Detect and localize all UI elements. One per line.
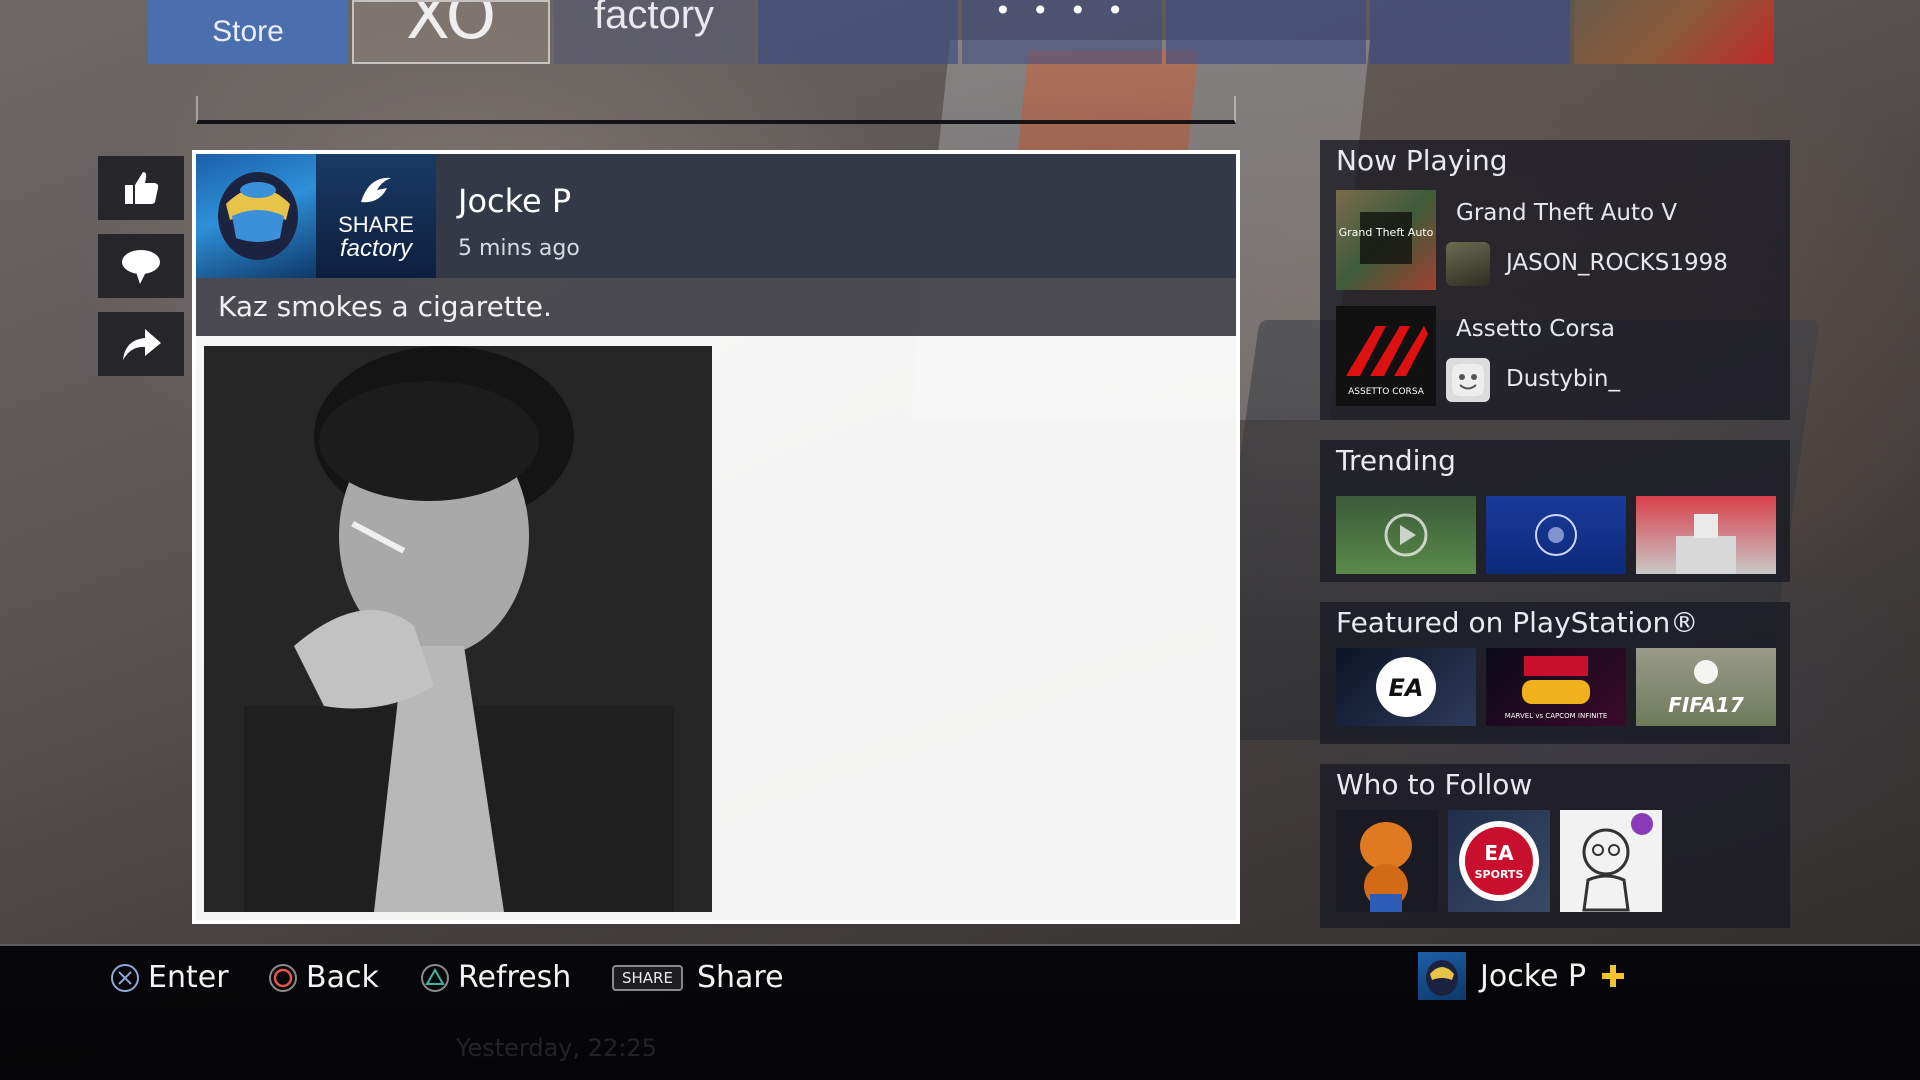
featured-tile-marvel-capcom[interactable]: MARVEL vs CAPCOM INFINITE [1486,648,1626,726]
sharefactory-tile[interactable]: factory [554,0,754,64]
castle-icon [1676,514,1736,574]
who-to-follow-panel: Who to Follow EA SPORTS [1320,764,1790,928]
top-tile-row: Store XO factory • • • • [148,0,1774,66]
post-user-name[interactable]: Jocke P [458,182,571,220]
assetto-corsa-logo-icon: ASSETTO CORSA [1346,326,1428,397]
helmet-avatar-small-icon [1426,960,1458,996]
crash-bandicoot-icon [1360,822,1412,912]
follow-suggestion-sketch[interactable] [1560,810,1662,912]
blank-tile-2[interactable] [1166,0,1366,64]
now-playing-entry[interactable]: Grand Theft Auto Grand Theft Auto V JASO… [1336,190,1776,290]
now-playing-game: Grand Theft Auto V [1456,200,1678,226]
post-photo[interactable] [204,346,712,912]
assetto-cover-text: ASSETTO CORSA [1348,387,1425,397]
player-avatar [1446,242,1490,286]
sharefactory-logo-icon [361,177,391,203]
playstation-plus-icon [1602,965,1625,987]
thumbs-up-icon [125,172,159,204]
gta-cover-text: Grand Theft Auto [1339,226,1434,239]
ea-logo-icon: EA [1376,657,1436,717]
player-avatar [1446,358,1490,402]
featured-panel: Featured on PlayStation® EA MARVEL vs CA… [1320,602,1790,744]
ea-sports-badge-line2: SPORTS [1475,868,1524,881]
now-playing-panel: Now Playing Grand Theft Auto Grand Theft… [1320,140,1790,420]
post-actions [98,156,184,376]
play-video-icon [1384,513,1428,557]
trending-thumb[interactable] [1486,496,1626,574]
now-playing-game: Assetto Corsa [1456,316,1615,342]
store-label: Store [212,15,284,48]
featured-title: Featured on PlayStation® [1336,606,1699,639]
marvel-capcom-text: MARVEL vs CAPCOM INFINITE [1505,712,1608,720]
now-playing-player: JASON_ROCKS1998 [1506,250,1728,276]
previous-activity-item[interactable] [196,96,1236,124]
featured-tile-fifa17[interactable]: FIFA17 [1636,648,1776,726]
helmet-avatar-icon [218,172,298,260]
enter-hint[interactable]: Enter [110,960,229,995]
blank-tile-3[interactable] [1370,0,1570,64]
ea-sports-badge-line1: EA [1484,841,1514,865]
trending-panel: Trending [1320,440,1790,582]
dots-tile[interactable]: • • • • [962,0,1162,64]
share-label: Share [696,960,784,995]
share-key-icon: SHARE [612,964,683,991]
dots-glyph: • • • • [994,0,1130,27]
share-arrow-icon [123,329,161,360]
user-avatar[interactable] [196,154,316,278]
activity-post-card[interactable]: SHARE factory Jocke P 5 mins ago Kaz smo… [192,150,1240,924]
who-to-follow-title: Who to Follow [1336,768,1533,801]
comment-button[interactable] [98,234,184,298]
sharefactory-app-icon[interactable]: SHARE factory [316,154,436,278]
cross-button-icon [111,963,139,992]
enter-label: Enter [148,960,229,995]
like-button[interactable] [98,156,184,220]
follow-suggestion-crash[interactable] [1336,810,1438,912]
gta-cover: Grand Theft Auto [1336,190,1436,290]
racing-game-tile[interactable] [1574,0,1774,64]
signed-in-user[interactable]: Jocke P [1418,952,1626,1000]
factory-label: factory [593,0,715,37]
store-tile[interactable]: Store [148,0,348,64]
ea-sports-badge-icon: EA SPORTS [1459,821,1539,901]
back-hint[interactable]: Back [268,960,379,995]
ea-logo-text: EA [1389,674,1424,702]
post-header: SHARE factory Jocke P 5 mins ago [196,154,1236,278]
assetto-corsa-cover: ASSETTO CORSA [1336,306,1436,406]
user-chip-avatar [1418,952,1466,1000]
refresh-label: Refresh [458,960,572,995]
emblem-icon [1535,514,1577,556]
back-label: Back [306,960,379,995]
sketch-character-icon [1582,813,1653,912]
app-icon-line2: factory [339,235,413,262]
post-timestamp: 5 mins ago [458,236,580,261]
now-playing-title: Now Playing [1336,144,1508,177]
caption-bar: Kaz smokes a cigarette. [196,278,1236,336]
share-post-button[interactable] [98,312,184,376]
xo-glyph: XO [405,0,497,54]
user-chip-name: Jocke P [1480,958,1587,994]
xo-tile[interactable]: XO [352,0,550,64]
gta-logo-icon: Grand Theft Auto [1339,212,1434,264]
marvel-capcom-logo-icon: MARVEL vs CAPCOM INFINITE [1505,656,1608,720]
featured-tile-ea[interactable]: EA [1336,648,1476,726]
trending-title: Trending [1336,444,1456,477]
now-playing-entry[interactable]: ASSETTO CORSA Assetto Corsa Dustybin_ [1336,306,1776,406]
trending-thumb[interactable] [1336,496,1476,574]
circle-button-icon [269,963,297,992]
faded-next-item-date: Yesterday, 22:25 [456,1034,657,1062]
share-hint[interactable]: SHARE Share [612,960,784,995]
post-caption: Kaz smokes a cigarette. [218,290,552,323]
triangle-button-icon [421,963,449,992]
fifa17-logo-icon: FIFA17 [1668,660,1744,717]
comment-icon [122,250,160,284]
fifa-text: FIFA17 [1668,693,1744,717]
trending-thumb[interactable] [1636,496,1776,574]
portrait-photo [204,346,712,912]
refresh-hint[interactable]: Refresh [420,960,571,995]
follow-suggestion-ea-sports[interactable]: EA SPORTS [1448,810,1550,912]
now-playing-player: Dustybin_ [1506,366,1620,392]
controller-hint-bar: Enter Back Refresh SHARE Share Jocke P Y… [0,944,1920,1080]
smiley-avatar-icon [1452,364,1484,396]
blank-tile[interactable] [758,0,958,64]
